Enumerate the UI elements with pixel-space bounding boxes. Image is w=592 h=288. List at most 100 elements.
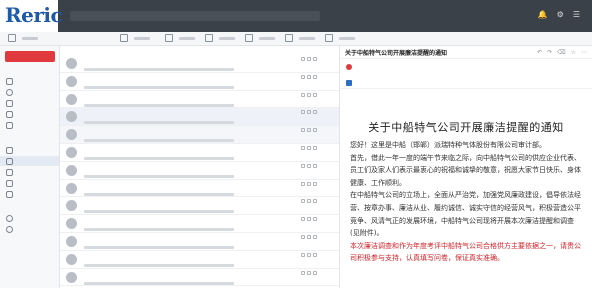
message-row[interactable] xyxy=(60,269,339,287)
attachment-icon[interactable] xyxy=(346,80,352,86)
message-row[interactable] xyxy=(60,91,339,109)
flag-icon[interactable] xyxy=(307,181,311,186)
flag-icon[interactable] xyxy=(313,57,317,61)
message-row[interactable] xyxy=(60,215,339,233)
reply-icon xyxy=(120,34,128,42)
forward-icon[interactable]: ↷ xyxy=(547,49,552,56)
message-row[interactable] xyxy=(60,162,339,180)
flag-icon[interactable] xyxy=(313,217,317,222)
message-row[interactable] xyxy=(60,144,339,162)
folder-icon xyxy=(6,190,13,198)
note-icon xyxy=(245,34,253,42)
message-flags xyxy=(301,57,317,61)
flag-icon[interactable] xyxy=(301,217,305,222)
toolbar-inbox[interactable] xyxy=(8,34,38,42)
flag-icon[interactable] xyxy=(307,145,311,150)
toolbar-task[interactable] xyxy=(285,34,315,42)
flag-icon[interactable] xyxy=(307,217,311,222)
sidebar-item-folder-3[interactable] xyxy=(6,167,58,177)
write-mail-button[interactable] xyxy=(5,51,55,62)
flag-icon[interactable] xyxy=(313,163,317,168)
toolbar-label-placeholder xyxy=(219,36,235,40)
menu-icon[interactable]: ☰ xyxy=(573,10,580,19)
toolbar-label-placeholder xyxy=(299,36,315,40)
message-row[interactable] xyxy=(60,73,339,91)
flag-icon[interactable] xyxy=(301,74,305,79)
gear-icon[interactable]: ⚙ xyxy=(557,10,564,19)
top-bar: Reric 🔔 ⚙ ☰ xyxy=(0,0,592,32)
flag-icon[interactable] xyxy=(301,92,305,97)
recipient-line xyxy=(346,71,586,79)
toolbar-label-placeholder xyxy=(339,36,355,40)
search-input[interactable] xyxy=(70,11,320,21)
flag-icon[interactable] xyxy=(313,181,317,186)
flag-icon[interactable] xyxy=(307,92,311,97)
reply-icon[interactable]: ↶ xyxy=(537,49,542,56)
message-row[interactable] xyxy=(60,251,339,269)
flag-icon[interactable] xyxy=(313,92,317,97)
sidebar-item-drafts[interactable] xyxy=(6,98,58,108)
flag-icon[interactable] xyxy=(307,270,311,275)
message-row[interactable] xyxy=(60,108,339,127)
sidebar-item-sent[interactable] xyxy=(6,109,58,119)
message-row[interactable] xyxy=(60,180,339,198)
sidebar-item-inbox[interactable] xyxy=(6,76,58,86)
toolbar-label-placeholder xyxy=(179,36,195,40)
star-icon[interactable]: ☆ xyxy=(571,49,576,56)
flag-icon[interactable] xyxy=(313,252,317,257)
message-row[interactable] xyxy=(60,197,339,216)
flag-icon[interactable] xyxy=(301,110,305,115)
toolbar-edit[interactable] xyxy=(325,34,355,42)
flag-icon[interactable] xyxy=(307,57,311,61)
flag-icon[interactable] xyxy=(301,234,305,239)
company-logo[interactable]: Reric xyxy=(0,0,63,32)
more-icon[interactable]: ⋯ xyxy=(581,49,587,56)
flag-icon[interactable] xyxy=(301,57,305,61)
user-icon xyxy=(6,225,13,233)
flag-icon[interactable] xyxy=(301,163,305,168)
toolbar-calendar[interactable] xyxy=(205,34,235,42)
flag-icon[interactable] xyxy=(313,74,317,79)
message-row[interactable] xyxy=(60,126,339,144)
flag-icon[interactable] xyxy=(307,110,311,115)
flag-icon[interactable] xyxy=(313,199,317,204)
toolbar-note[interactable] xyxy=(245,34,275,42)
sidebar-item-other-1[interactable] xyxy=(6,213,58,223)
message-row[interactable] xyxy=(60,55,339,73)
sidebar-item-folder-5[interactable] xyxy=(6,189,58,199)
sidebar-item-other-2[interactable] xyxy=(6,224,58,234)
delete-icon[interactable]: ⌫ xyxy=(557,49,565,56)
sidebar-item-other[interactable] xyxy=(6,120,58,130)
flag-icon[interactable] xyxy=(307,252,311,257)
email-meta xyxy=(340,59,592,89)
task-icon xyxy=(285,34,293,42)
toolbar-reply[interactable] xyxy=(120,34,150,42)
message-row[interactable] xyxy=(60,233,339,251)
flag-icon[interactable] xyxy=(313,270,317,275)
flag-icon[interactable] xyxy=(301,199,305,204)
flag-icon[interactable] xyxy=(313,110,317,115)
flag-icon[interactable] xyxy=(307,234,311,239)
flag-icon[interactable] xyxy=(307,163,311,168)
notice-body: 您好！这里是中船（邯郸）派瑞特种气体股份有限公司审计部。 首先，借此一年一度的端… xyxy=(340,135,592,265)
flag-icon[interactable] xyxy=(301,145,305,150)
sidebar-item-starred[interactable] xyxy=(6,87,58,97)
toolbar-contacts[interactable] xyxy=(165,34,195,42)
flag-icon[interactable] xyxy=(301,252,305,257)
flag-icon[interactable] xyxy=(301,270,305,275)
flag-icon[interactable] xyxy=(313,234,317,239)
flag-icon[interactable] xyxy=(313,145,317,150)
sidebar-item-folder-4[interactable] xyxy=(6,178,58,188)
flag-icon[interactable] xyxy=(307,128,311,133)
flag-icon[interactable] xyxy=(301,128,305,133)
avatar xyxy=(66,111,77,123)
folder-icon xyxy=(6,168,13,176)
message-flags xyxy=(301,110,317,115)
sidebar-item-folder-1[interactable] xyxy=(6,145,58,155)
flag-icon[interactable] xyxy=(307,199,311,204)
flag-icon[interactable] xyxy=(301,181,305,186)
sidebar-item-folder-2[interactable] xyxy=(0,156,59,166)
flag-icon[interactable] xyxy=(313,128,317,133)
flag-icon[interactable] xyxy=(307,74,311,79)
bell-icon[interactable]: 🔔 xyxy=(538,10,548,19)
